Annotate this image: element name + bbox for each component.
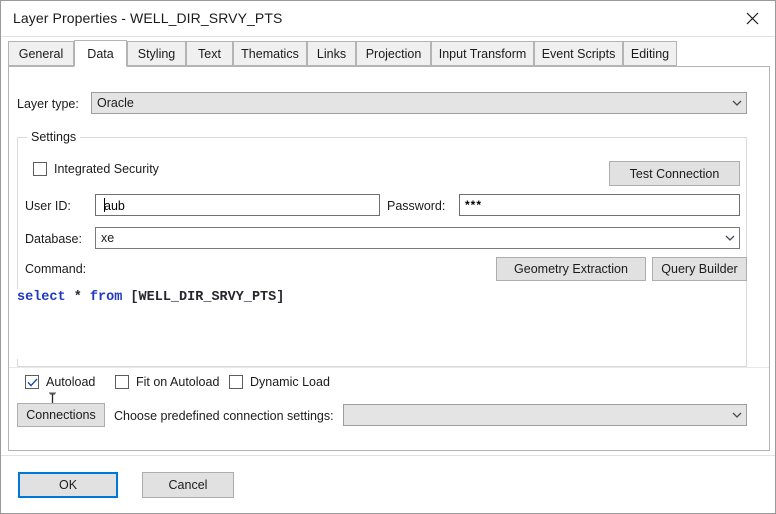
settings-group-title: Settings bbox=[27, 130, 81, 144]
autoload-label: Autoload bbox=[46, 375, 96, 389]
integrated-security-checkbox[interactable]: Integrated Security bbox=[33, 162, 159, 176]
password-label: Password: bbox=[387, 199, 446, 213]
test-connection-button[interactable]: Test Connection bbox=[609, 161, 740, 186]
tab-general[interactable]: General bbox=[8, 41, 74, 66]
layer-type-value: Oracle bbox=[97, 96, 134, 110]
tab-label: Editing bbox=[630, 46, 670, 61]
database-combo[interactable]: xe bbox=[95, 227, 740, 249]
tab-label: Links bbox=[316, 46, 347, 61]
checkbox-box bbox=[33, 162, 47, 176]
query-builder-button[interactable]: Query Builder bbox=[652, 257, 747, 281]
integrated-security-label: Integrated Security bbox=[54, 162, 159, 176]
tab-text[interactable]: Text bbox=[186, 41, 233, 66]
choose-connection-label: Choose predefined connection settings: bbox=[114, 409, 334, 423]
dialog-footer: OK Cancel bbox=[1, 455, 775, 513]
tab-editing[interactable]: Editing bbox=[623, 41, 677, 66]
test-connection-label: Test Connection bbox=[629, 166, 720, 181]
ok-button[interactable]: OK bbox=[18, 472, 118, 498]
password-input[interactable]: *** bbox=[459, 194, 740, 216]
database-label: Database: bbox=[25, 232, 82, 246]
chevron-down-icon bbox=[721, 235, 739, 242]
database-value: xe bbox=[101, 231, 115, 245]
tab-label: Projection bbox=[365, 46, 422, 61]
sql-table-name: [WELL_DIR_SRVY_PTS] bbox=[122, 290, 285, 305]
window-title: Layer Properties - WELL_DIR_SRVY_PTS bbox=[13, 10, 283, 26]
tab-label: Event Scripts bbox=[541, 46, 616, 61]
connections-label: Connections bbox=[26, 408, 96, 422]
tab-label: Data bbox=[87, 46, 114, 61]
dynamic-load-label: Dynamic Load bbox=[250, 375, 330, 389]
section-divider bbox=[9, 367, 769, 368]
user-id-label: User ID: bbox=[25, 199, 71, 213]
layer-properties-dialog: Layer Properties - WELL_DIR_SRVY_PTS Gen… bbox=[0, 0, 776, 514]
checkbox-box bbox=[25, 375, 39, 389]
tab-label: Input Transform bbox=[438, 46, 527, 61]
chevron-down-icon bbox=[728, 412, 746, 419]
dynamic-load-checkbox[interactable]: Dynamic Load bbox=[229, 375, 330, 389]
password-value: *** bbox=[465, 198, 483, 212]
sql-keyword-from: from bbox=[89, 290, 123, 305]
tab-thematics[interactable]: Thematics bbox=[233, 41, 307, 66]
sql-command-line: select * from [WELL_DIR_SRVY_PTS] bbox=[17, 289, 743, 307]
fit-on-autoload-checkbox[interactable]: Fit on Autoload bbox=[115, 375, 219, 389]
tab-styling[interactable]: Styling bbox=[127, 41, 186, 66]
data-tab-panel: Layer type: Oracle Settings Integrated S… bbox=[8, 66, 770, 451]
tab-strip: General Data Styling Text Thematics Link… bbox=[8, 40, 768, 67]
tab-links[interactable]: Links bbox=[307, 41, 356, 66]
command-label: Command: bbox=[25, 262, 87, 276]
tab-projection[interactable]: Projection bbox=[356, 41, 431, 66]
tab-label: General bbox=[18, 46, 64, 61]
tab-event-scripts[interactable]: Event Scripts bbox=[534, 41, 623, 66]
tab-label: Text bbox=[198, 46, 221, 61]
tab-data[interactable]: Data bbox=[74, 40, 127, 67]
sql-keyword-select: select bbox=[17, 290, 66, 305]
close-icon[interactable] bbox=[730, 1, 775, 36]
sql-command-editor[interactable]: select * from [WELL_DIR_SRVY_PTS] bbox=[17, 289, 743, 359]
predefined-connection-combo[interactable] bbox=[343, 404, 747, 426]
checkbox-box bbox=[229, 375, 243, 389]
cancel-button[interactable]: Cancel bbox=[142, 472, 234, 498]
cancel-label: Cancel bbox=[168, 478, 208, 492]
autoload-checkbox[interactable]: Autoload bbox=[25, 375, 95, 389]
tab-input-transform[interactable]: Input Transform bbox=[431, 41, 534, 66]
tab-label: Thematics bbox=[241, 46, 299, 61]
connections-button[interactable]: Connections bbox=[17, 403, 105, 427]
layer-type-label: Layer type: bbox=[17, 97, 79, 111]
fit-on-autoload-label: Fit on Autoload bbox=[136, 375, 220, 389]
user-id-input[interactable]: aub bbox=[95, 194, 380, 216]
geometry-extraction-label: Geometry Extraction bbox=[514, 262, 628, 276]
ok-label: OK bbox=[58, 478, 78, 492]
user-id-value: aub bbox=[104, 197, 125, 213]
layer-type-combo[interactable]: Oracle bbox=[91, 92, 747, 114]
checkbox-box bbox=[115, 375, 129, 389]
tab-label: Styling bbox=[137, 46, 176, 61]
geometry-extraction-button[interactable]: Geometry Extraction bbox=[496, 257, 646, 281]
title-bar: Layer Properties - WELL_DIR_SRVY_PTS bbox=[1, 1, 775, 37]
chevron-down-icon bbox=[728, 100, 746, 107]
query-builder-label: Query Builder bbox=[661, 262, 738, 276]
sql-star: * bbox=[65, 290, 90, 305]
